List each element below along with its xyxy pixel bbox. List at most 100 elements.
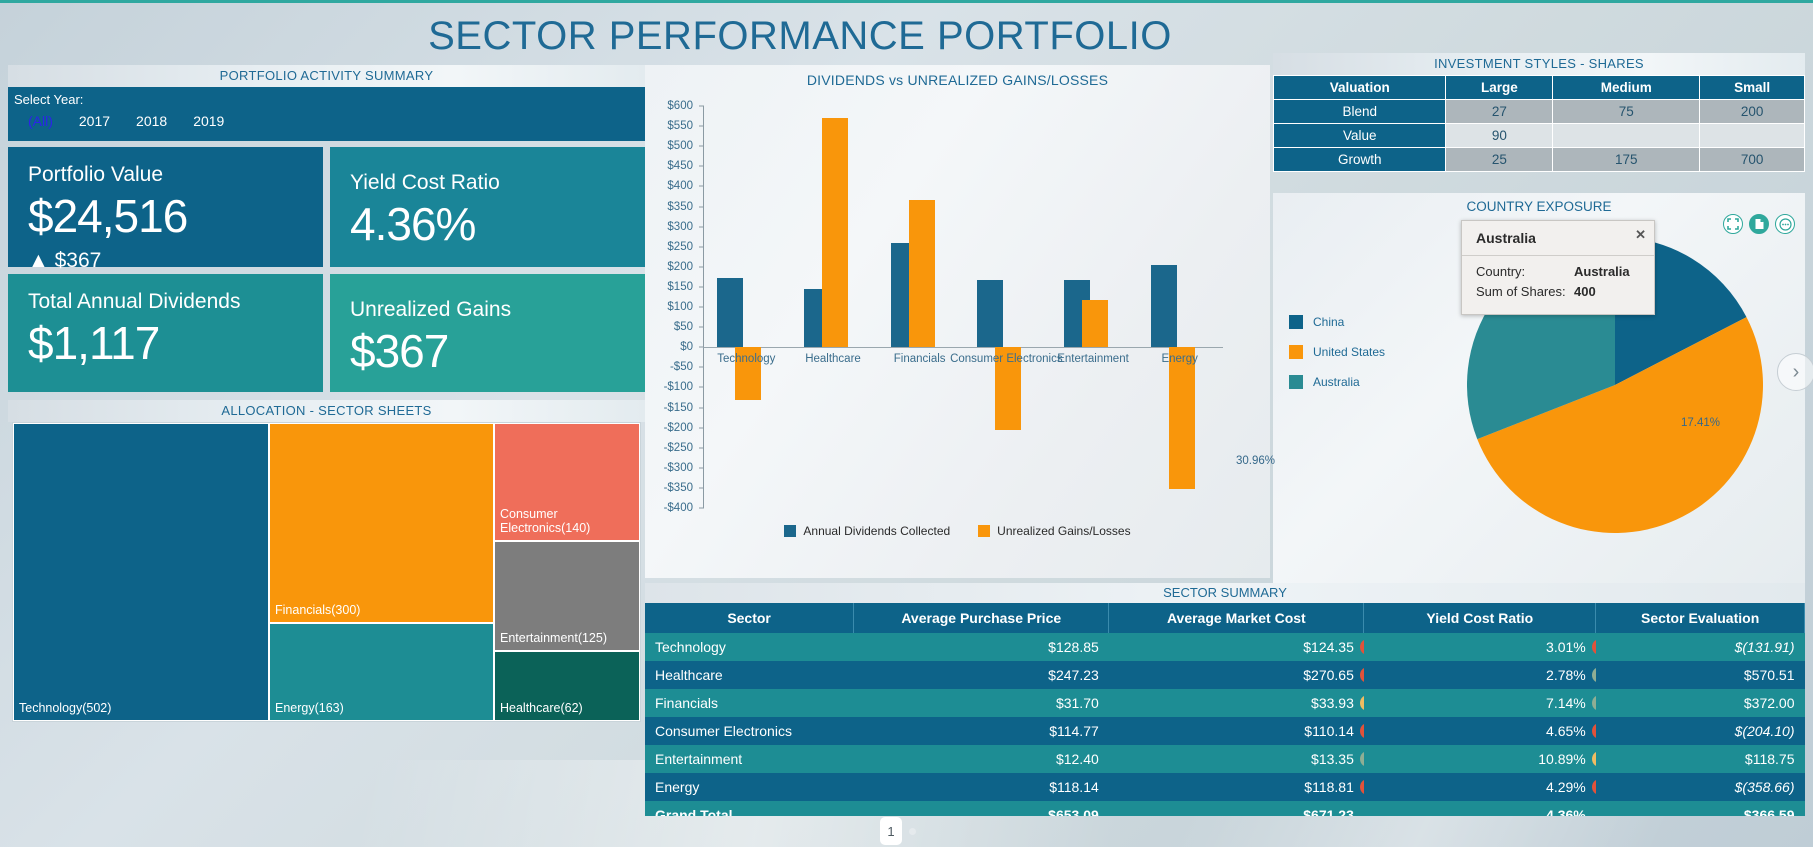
summary-col-average-purchase-price[interactable]: Average Purchase Price [853, 603, 1110, 633]
year-option-2018[interactable]: 2018 [136, 113, 167, 129]
year-filter-options[interactable]: (All) 2017 2018 2019 [14, 113, 639, 129]
year-option-2019[interactable]: 2019 [193, 113, 224, 129]
y-axis-tick-label: $400 [667, 180, 693, 193]
treemap-tile-energy[interactable]: Energy(163) [269, 623, 494, 721]
top-accent-bar [0, 0, 1813, 3]
summary-col-average-market-cost[interactable]: Average Market Cost [1108, 603, 1365, 633]
styles-row-label: Growth [1272, 147, 1447, 172]
kpi-value: $1,117 [28, 317, 160, 369]
treemap-tile-entertainment[interactable]: Entertainment(125) [494, 541, 640, 651]
x-axis-label-financials: Financials [893, 353, 946, 366]
y-axis-tick-mark [699, 286, 704, 288]
sector-summary-header-row: Sector Average Purchase Price Average Mark… [645, 603, 1805, 633]
y-axis-tick-label: $0 [680, 341, 693, 354]
y-axis-tick-label: $450 [667, 160, 693, 173]
summary-evaluation: $570.51 [1595, 661, 1805, 689]
table-row[interactable]: Technology $128.85 $124.35 3.01% $(131.91) [645, 633, 1805, 661]
x-axis-label-healthcare: Healthcare [805, 353, 861, 366]
y-axis-tick-mark [699, 366, 704, 368]
dashboard-root: SECTOR PERFORMANCE PORTFOLIO PORTFOLIO A… [0, 0, 1813, 847]
legend-item-unrealized-gains-losses[interactable]: Unrealized Gains/Losses [978, 524, 1131, 538]
summary-col-yield-cost-ratio[interactable]: Yield Cost Ratio [1363, 603, 1597, 633]
legend-label: Unrealized Gains/Losses [997, 524, 1131, 538]
pie-legend-item-china[interactable]: China [1289, 315, 1385, 329]
y-axis-tick-label: -$150 [663, 401, 693, 414]
y-axis-tick-mark [699, 346, 704, 348]
close-icon[interactable]: ✕ [1635, 227, 1646, 243]
styles-cell: 25 [1445, 147, 1554, 172]
kpi-card-unrealized-gains[interactable]: Unrealized Gains $367 [330, 274, 645, 392]
table-row[interactable]: Entertainment $12.40 $13.35 10.89% $118.75 [645, 745, 1805, 773]
allocation-treemap[interactable]: Technology(502) Financials(300) Energy(163… [12, 422, 641, 722]
pie-legend-label: China [1313, 315, 1345, 329]
styles-col-small: Small [1699, 75, 1805, 100]
table-row[interactable]: Healthcare $247.23 $270.65 2.78% $570.51 [645, 661, 1805, 689]
summary-evaluation: $(131.91) [1595, 633, 1805, 661]
year-option-2017[interactable]: 2017 [79, 113, 110, 129]
table-row[interactable]: Grand Total $653.09 $671.23 4.36% $366.59 [645, 801, 1805, 816]
bar-consumer-electronics-dividends[interactable] [977, 279, 1004, 348]
y-axis-tick-mark [699, 487, 704, 489]
table-row[interactable]: Financials $31.70 $33.93 7.14% $372.00 [645, 689, 1805, 717]
kpi-card-portfolio-value[interactable]: Portfolio Value $24,516 ▲ $367 [8, 147, 323, 272]
bar-energy-dividends[interactable] [1150, 264, 1177, 348]
investment-styles-header-row: Valuation Large Medium Small [1272, 75, 1805, 100]
y-axis-tick-label: -$100 [663, 381, 693, 394]
investment-styles-caption: INVESTMENT STYLES - SHARES [1273, 53, 1805, 75]
table-row: Blend 27 75 200 [1272, 99, 1805, 124]
summary-avg-market: $118.81 [1108, 773, 1373, 801]
bar-entertainment-unrealized[interactable] [1082, 299, 1108, 348]
styles-row-label: Blend [1272, 99, 1447, 124]
kpi-card-yield-cost-ratio[interactable]: Yield Cost Ratio 4.36% [330, 147, 645, 267]
summary-sector: Entertainment [645, 745, 854, 773]
treemap-tile-financials[interactable]: Financials(300) [269, 423, 494, 623]
bar-financials-unrealized[interactable] [908, 200, 935, 348]
summary-avg-purchase: $247.23 [853, 661, 1109, 689]
bar-chart-legend[interactable]: Annual Dividends Collected Unrealized Gai… [645, 524, 1270, 538]
summary-col-sector[interactable]: Sector [645, 603, 855, 633]
bar-chart-plot[interactable]: $600 $550 $500 $450 $400 $350 $300 $250 $200 $150… [645, 88, 1270, 518]
treemap-tile-consumer-electronics[interactable]: Consumer Electronics(140) [494, 423, 640, 541]
tooltip-key: Sum of Shares: [1476, 284, 1566, 299]
pie-tooltip[interactable]: Australia ✕ Country: Australia Sum of Shar… [1461, 220, 1655, 315]
summary-avg-purchase: $114.77 [853, 717, 1109, 745]
year-option-all[interactable]: (All) [28, 113, 53, 129]
treemap-tile-healthcare[interactable]: Healthcare(62) [494, 651, 640, 721]
bar-technology-dividends[interactable] [717, 278, 744, 348]
bar-energy-unrealized[interactable] [1168, 347, 1195, 490]
summary-evaluation: $118.75 [1595, 745, 1805, 773]
summary-yield: 2.78% [1363, 661, 1605, 689]
pie-pct-china: 17.41% [1681, 417, 1721, 429]
tooltip-header: Australia ✕ [1462, 221, 1654, 256]
summary-yield: 4.29% [1363, 773, 1605, 801]
pie-legend[interactable]: China United States Australia [1289, 315, 1385, 405]
table-row[interactable]: Consumer Electronics $114.77 $110.14 4.65% $… [645, 717, 1805, 745]
summary-avg-market: $124.35 [1108, 633, 1373, 661]
treemap-tile-technology[interactable]: Technology(502) [13, 423, 269, 721]
year-filter: Select Year: (All) 2017 2018 2019 [8, 87, 645, 141]
pie-legend-item-united-states[interactable]: United States [1289, 345, 1385, 359]
y-axis-ticks: $600 $550 $500 $450 $400 $350 $300 $250 $200 $150… [645, 100, 697, 514]
pie-legend-label: United States [1313, 345, 1386, 359]
legend-item-annual-dividends-collected[interactable]: Annual Dividends Collected [784, 524, 950, 538]
page-number[interactable]: 1 [880, 817, 902, 845]
y-axis-tick-mark [699, 165, 704, 167]
sector-summary-scroll[interactable]: Sector Average Purchase Price Average Mark… [645, 603, 1805, 816]
page-dot-icon[interactable] [909, 827, 916, 835]
kpi-card-total-annual-dividends[interactable]: Total Annual Dividends $1,117 [8, 274, 323, 392]
styles-cell: 200 [1699, 99, 1805, 124]
y-axis-tick-label: -$400 [663, 502, 693, 514]
y-axis-tick-label: $50 [673, 321, 693, 334]
next-page-arrow-icon[interactable]: › [1777, 353, 1813, 391]
styles-cell [1699, 123, 1805, 148]
summary-col-sector-evaluation[interactable]: Sector Evaluation [1595, 603, 1805, 633]
year-filter-label: Select Year: [14, 92, 84, 107]
pie-legend-item-australia[interactable]: Australia [1289, 375, 1385, 389]
pie-legend-swatch [1289, 345, 1303, 359]
y-axis-tick-mark [699, 145, 704, 147]
y-axis-tick-mark [699, 386, 704, 388]
pagination[interactable]: 1 [880, 817, 916, 845]
bar-healthcare-unrealized[interactable] [822, 118, 848, 348]
summary-sector: Energy [645, 773, 854, 801]
table-row[interactable]: Energy $118.14 $118.81 4.29% $(358.66) [645, 773, 1805, 801]
